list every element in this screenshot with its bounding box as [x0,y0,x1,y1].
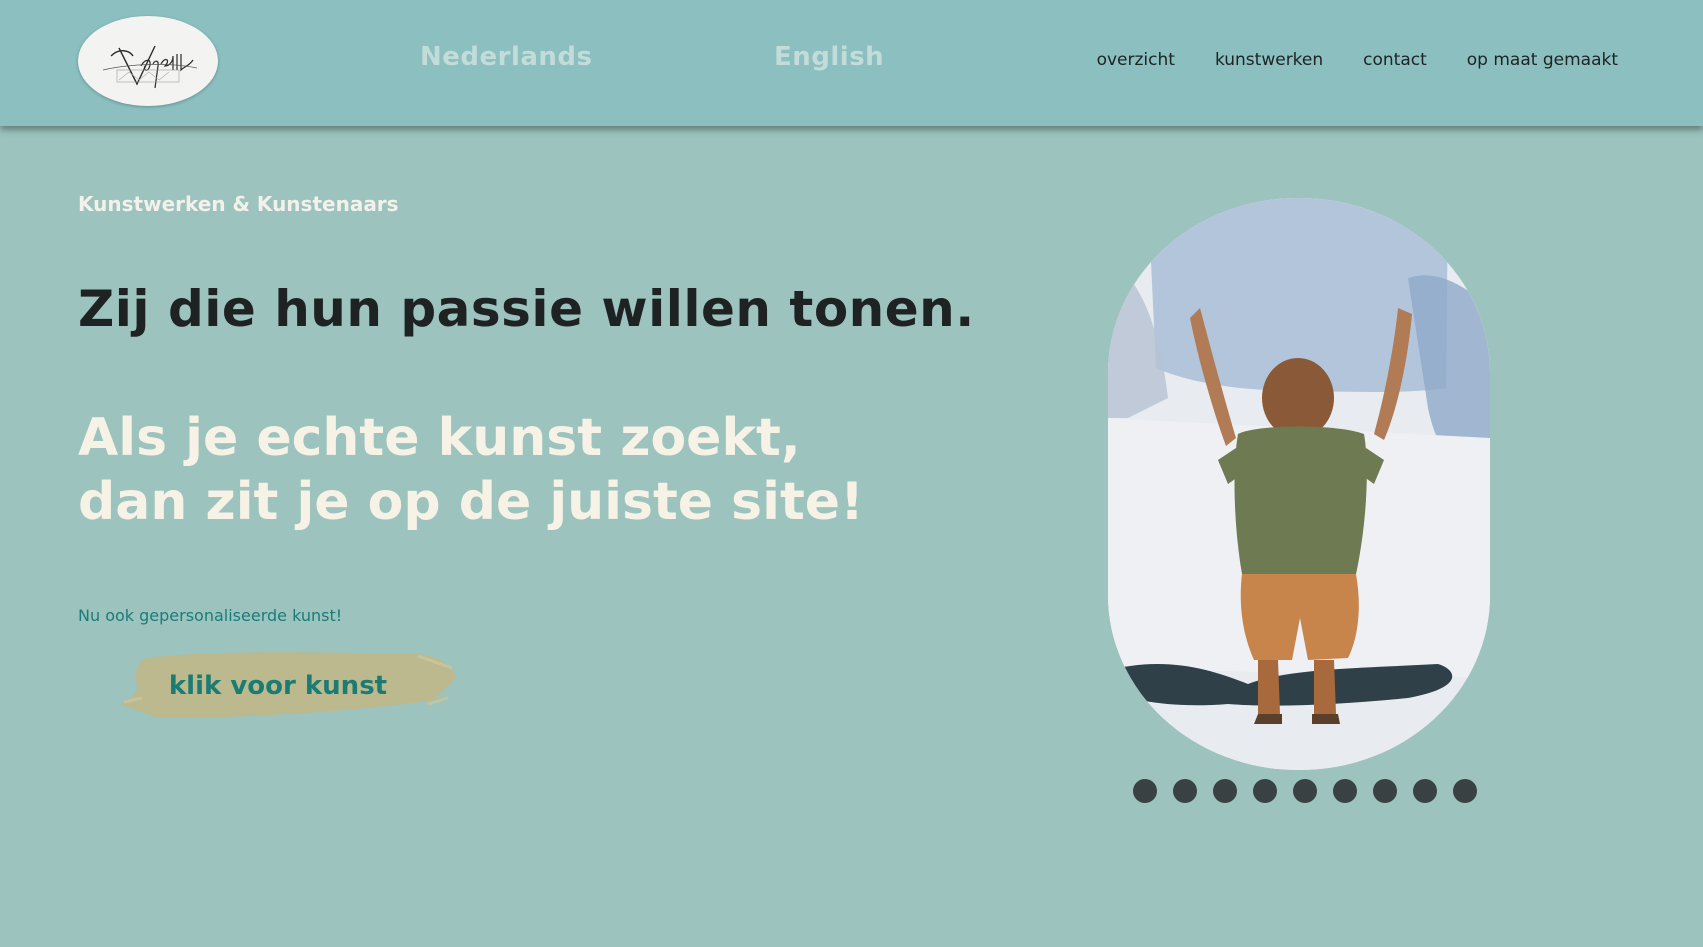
promo-text: Nu ook gepersonaliseerde kunst! [78,606,343,625]
slider-dot-6[interactable] [1333,779,1357,803]
slider-dot-4[interactable] [1253,779,1277,803]
slider-dot-5[interactable] [1293,779,1317,803]
language-english-link[interactable]: English [774,42,884,72]
nav-item-overzicht[interactable]: overzicht [1097,50,1175,70]
watercolor-child-image [1108,198,1490,770]
site-logo[interactable] [78,16,218,106]
site-header: Nederlands English overzicht kunstwerken… [0,0,1703,126]
nav-item-kunstwerken[interactable]: kunstwerken [1215,50,1323,70]
hero-headline: Zij die hun passie willen tonen. [78,280,975,338]
nav-item-contact[interactable]: contact [1363,50,1427,70]
slider-dot-2[interactable] [1173,779,1197,803]
slider-dot-9[interactable] [1453,779,1477,803]
tagline-line-1: Als je echte kunst zoekt, [78,408,801,468]
nav-item-op-maat-gemaakt[interactable]: op maat gemaakt [1467,50,1618,70]
hero-tagline: Als je echte kunst zoekt, dan zit je op … [78,406,864,534]
cta-label: klik voor kunst [168,671,388,701]
tagline-line-2: dan zit je op de juiste site! [78,472,864,532]
hero-subtitle: Kunstwerken & Kunstenaars [78,192,399,216]
slider-dot-8[interactable] [1413,779,1437,803]
artwork-slide-image[interactable] [1108,198,1490,770]
slider-dots [1133,779,1477,803]
slider-dot-1[interactable] [1133,779,1157,803]
main-nav: overzicht kunstwerken contact op maat ge… [1097,50,1618,70]
language-dutch-link[interactable]: Nederlands [420,42,593,72]
cta-button[interactable]: klik voor kunst [118,648,458,724]
logo-signature-icon [102,45,198,89]
slider-dot-3[interactable] [1213,779,1237,803]
slider-dot-7[interactable] [1373,779,1397,803]
